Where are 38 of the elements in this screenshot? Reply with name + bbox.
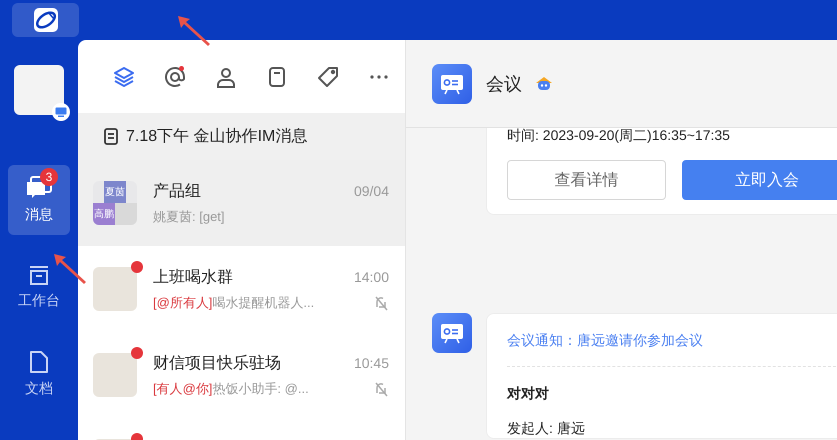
join-meeting-button[interactable]: 立即入会 — [682, 160, 837, 200]
app-logo-button[interactable] — [12, 3, 79, 37]
chat-item[interactable]: 上班喝水群 14:00 [@所有人]喝水提醒机器人... — [78, 246, 405, 332]
sidebar-nav-item[interactable]: 工作台 — [8, 252, 70, 322]
chat-preview: 姚夏茵: [get] — [153, 208, 225, 226]
chat-time: 14:00 — [354, 269, 389, 285]
sidebar-nav-item[interactable]: 消息 3 — [8, 165, 70, 235]
meeting-notice-link[interactable]: 会议通知：唐远邀请你参加会议 — [507, 314, 837, 367]
chat-preview: [有人@你]热饭小助手: @... — [153, 380, 309, 398]
unread-count-badge: 3 — [40, 168, 58, 186]
group-avatar: 夏茵 高鹏 — [93, 181, 137, 225]
meeting-app-icon — [432, 64, 472, 104]
view-details-button[interactable]: 查看详情 — [507, 160, 666, 200]
meeting-time: 时间: 2023-09-20(周二)16:35~17:35 — [507, 128, 731, 142]
avatar-placeholder[interactable] — [14, 65, 64, 115]
archive-box-icon — [28, 264, 50, 286]
annotation-arrow — [176, 14, 212, 46]
photo-placeholder — [93, 353, 137, 397]
photo-placeholder — [93, 267, 137, 311]
document-icon — [29, 350, 49, 374]
chat-item[interactable]: 夏茵 高鹏 产品组 09/04 姚夏茵: [get] — [78, 160, 405, 246]
sidebar-nav-item[interactable]: 文档 — [8, 339, 70, 409]
conversation-title: 会议 — [486, 72, 522, 96]
app-logo-icon — [34, 8, 58, 32]
pinned-note-title: 7.18下午 金山协作IM消息 — [126, 126, 308, 147]
chat-name: 产品组 — [153, 182, 201, 202]
chat-item[interactable]: 财信项目快乐驻场 10:45 [有人@你]热饭小助手: @... — [78, 332, 405, 418]
meeting-detail: 发起人: 唐远 — [507, 420, 586, 438]
annotation-arrow — [52, 252, 88, 284]
chat-preview: [@所有人]喝水提醒机器人... — [153, 294, 314, 312]
document-icon — [104, 128, 118, 145]
meeting-title: 对对对 — [507, 385, 550, 403]
chat-time: 10:45 — [354, 355, 389, 371]
pinned-note[interactable]: 7.18下午 金山协作IM消息 — [78, 113, 405, 160]
meeting-app-icon — [432, 313, 472, 353]
chat-name: 上班喝水群 — [153, 268, 233, 288]
chat-name: 财信项目快乐驻场 — [153, 354, 281, 374]
chat-time: 09/04 — [354, 183, 389, 199]
